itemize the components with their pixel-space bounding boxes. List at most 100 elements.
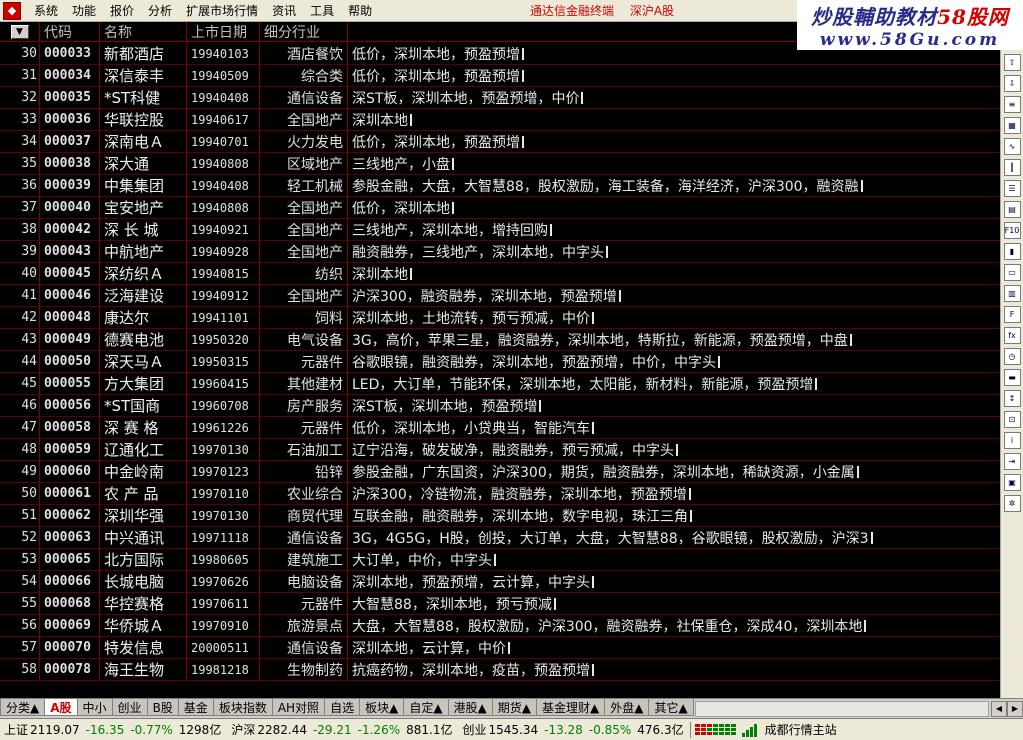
table-row[interactable]: 38 000042 深 长 城 19940921 全国地产 三线地产，深圳本地，增持回购	[0, 219, 1000, 241]
menu-item[interactable]: 扩展市场行情	[179, 2, 265, 19]
table-icon[interactable]: ▦	[1003, 117, 1021, 134]
bar-chart-icon[interactable]: ▮	[1003, 243, 1021, 260]
market-tab[interactable]: 分类▲	[0, 699, 46, 716]
app-logo-icon[interactable]: ◆	[3, 1, 21, 20]
table-row[interactable]: 36 000039 中集集团 19940408 轻工机械 参股金融，大盘，大智慧88，股权…	[0, 175, 1000, 197]
finance-f10-icon[interactable]: F10	[1003, 222, 1021, 239]
table-row[interactable]: 44 000050 深天马Ａ 19950315 元器件 谷歌眼镜，融资融券，深圳本地，预盈…	[0, 351, 1000, 373]
folder-icon[interactable]: ▬	[1003, 369, 1021, 386]
table-row[interactable]: 55 000068 华控赛格 19970611 元器件 大智慧88，深圳本地，预亏预减	[0, 593, 1000, 615]
table-row[interactable]: 56 000069 华侨城Ａ 19970910 旅游景点 大盘，大智慧88，股权激励，沪深…	[0, 615, 1000, 637]
info-icon[interactable]: i	[1003, 432, 1021, 449]
table-row[interactable]: 34 000037 深南电Ａ 19940701 火力发电 低价，深圳本地，预盈预增	[0, 131, 1000, 153]
industry-text: 生物制药	[287, 662, 343, 679]
menu-item[interactable]: 工具	[303, 2, 341, 19]
table-row[interactable]: 58 000078 海王生物 19981218 生物制药 抗癌药物，深圳本地，疫苗，预盈预…	[0, 659, 1000, 681]
table-row[interactable]: 49 000060 中金岭南 19970123 铅锌 参股金融，广东国资，沪深300，期货…	[0, 461, 1000, 483]
horizontal-scrollbar[interactable]	[694, 700, 989, 717]
export-icon[interactable]: ⇥	[1003, 453, 1021, 470]
market-tab[interactable]: 板块指数	[212, 699, 273, 716]
table-row[interactable]: 42 000048 康达尔 19941101 饲料 深圳本地，土地流转，预亏预减，中价	[0, 307, 1000, 329]
market-tab[interactable]: 中小	[76, 699, 113, 716]
listing-date-text: 19970110	[191, 486, 249, 501]
hs-index-change: -29.21	[312, 722, 352, 737]
listing-date: 19980605	[187, 549, 260, 570]
right-toolbar: ⇧ ⇩ ≡ ▦ ∿ ┃ ☰ ▤ F10 ▮ ▭ ▥ F fx ◷ ▬ ↕ ⊡ i…	[1000, 50, 1023, 698]
table-row[interactable]: 40 000045 深纺织Ａ 19940815 纺织 深圳本地	[0, 263, 1000, 285]
sort-icon[interactable]: ↕	[1003, 390, 1021, 407]
menu-item[interactable]: 系统	[27, 2, 65, 19]
table-row[interactable]: 47 000058 深 赛 格 19961226 元器件 低价，深圳本地，小贷典当，智能汽…	[0, 417, 1000, 439]
header-sort-cell[interactable]: ▼	[0, 22, 40, 41]
zoom-icon[interactable]: ⊡	[1003, 411, 1021, 428]
scroll-left-icon[interactable]: ◀	[991, 700, 1007, 717]
header-industry[interactable]: 细分行业	[260, 22, 348, 41]
clock-icon[interactable]: ◷	[1003, 348, 1021, 365]
market-tab[interactable]: 期货▲	[491, 699, 538, 716]
cy-index-label[interactable]: 创业	[462, 721, 486, 738]
arrow-up-icon[interactable]: ⇧	[1003, 54, 1021, 71]
header-name[interactable]: 名称	[100, 22, 187, 41]
market-tab[interactable]: 其它▲	[648, 699, 694, 716]
table-row[interactable]: 52 000063 中兴通讯 19971118 通信设备 3G，4G5G，H股，创投，大订…	[0, 527, 1000, 549]
concept-tags: 辽宁沿海，破发破净，融资融券，预亏预减，中字头	[348, 439, 918, 460]
table-row[interactable]: 43 000049 德赛电池 19950320 电气设备 3G，高价，苹果三星，融资融券，…	[0, 329, 1000, 351]
signal-strength-icon	[741, 723, 757, 737]
table-row[interactable]: 51 000062 深圳华强 19970130 商贸代理 互联金融，融资融券，深圳本地，数…	[0, 505, 1000, 527]
market-tab[interactable]: 基金	[177, 699, 214, 716]
line-chart-icon[interactable]: ∿	[1003, 138, 1021, 155]
list-icon[interactable]: ≡	[1003, 96, 1021, 113]
menu-item[interactable]: 报价	[103, 2, 141, 19]
report-icon[interactable]: ▥	[1003, 285, 1021, 302]
table-row[interactable]: 33 000036 华联控股 19940617 全国地产 深圳本地	[0, 109, 1000, 131]
market-tab[interactable]: 自选	[324, 699, 361, 716]
menu-item[interactable]: 功能	[65, 2, 103, 19]
table-row[interactable]: 45 000055 方大集团 19960415 其他建材 LED，大订单，节能环保，深圳本…	[0, 373, 1000, 395]
arrow-down-icon[interactable]: ⇩	[1003, 75, 1021, 92]
table-row[interactable]: 32 000035 *ST科健 19940408 通信设备 深ST板，深圳本地，预盈预增，…	[0, 87, 1000, 109]
market-tab[interactable]: 基金理财▲	[536, 699, 606, 716]
concept-tags-text: 谷歌眼镜，融资融券，深圳本地，预盈预增，中价，中字头	[352, 354, 716, 371]
table-row[interactable]: 57 000070 特发信息 20000511 通信设备 深圳本地，云计算，中价	[0, 637, 1000, 659]
table-row[interactable]: 53 000065 北方国际 19980605 建筑施工 大订单，中价，中字头	[0, 549, 1000, 571]
function-icon[interactable]: fx	[1003, 327, 1021, 344]
formula-icon[interactable]: F	[1003, 306, 1021, 323]
sh-index-label[interactable]: 上证	[4, 721, 28, 738]
market-tab[interactable]: AH对照	[271, 699, 326, 716]
listing-date-text: 19970611	[191, 596, 249, 611]
listing-date-text: 19940509	[191, 68, 249, 83]
settings-gear-icon[interactable]: ✲	[1003, 495, 1021, 512]
table-row[interactable]: 54 000066 长城电脑 19970626 电脑设备 深圳本地，预盈预增，云计算，中字…	[0, 571, 1000, 593]
document-icon[interactable]: ▭	[1003, 264, 1021, 281]
server-name[interactable]: 成都行情主站	[765, 721, 837, 738]
table-row[interactable]: 46 000056 *ST国商 19960708 房产服务 深ST板，深圳本地，预盈预增	[0, 395, 1000, 417]
table-row[interactable]: 31 000034 深信泰丰 19940509 综合类 低价，深圳本地，预盈预增	[0, 65, 1000, 87]
table-row[interactable]: 37 000040 宝安地产 19940808 全国地产 低价，深圳本地	[0, 197, 1000, 219]
market-tab[interactable]: 港股▲	[447, 699, 493, 716]
detail-icon[interactable]: ☰	[1003, 180, 1021, 197]
table-row[interactable]: 35 000038 深大通 19940808 区域地产 三线地产，小盘	[0, 153, 1000, 175]
text-caret-icon	[592, 421, 594, 434]
market-tab[interactable]: 板块▲	[359, 699, 405, 716]
market-tab[interactable]: 外盘▲	[604, 699, 650, 716]
menu-item[interactable]: 资讯	[265, 2, 303, 19]
table-row[interactable]: 41 000046 泛海建设 19940912 全国地产 沪深300，融资融券，深圳本地，…	[0, 285, 1000, 307]
market-tab[interactable]: 创业	[111, 699, 148, 716]
table-row[interactable]: 39 000043 中航地产 19940928 全国地产 融资融券，三线地产，深圳本地，中…	[0, 241, 1000, 263]
menu-item[interactable]: 帮助	[341, 2, 379, 19]
concept-tags: 三线地产，小盘	[348, 153, 918, 174]
candle-chart-icon[interactable]: ┃	[1003, 159, 1021, 176]
grid-icon[interactable]: ▤	[1003, 201, 1021, 218]
header-listing-date[interactable]: 上市日期	[187, 22, 260, 41]
scroll-right-icon[interactable]: ▶	[1007, 700, 1023, 717]
sort-down-icon[interactable]: ▼	[10, 24, 29, 39]
market-tab[interactable]: B股	[146, 699, 179, 716]
table-row[interactable]: 48 000059 辽通化工 19970130 石油加工 辽宁沿海，破发破净，融资融券，预…	[0, 439, 1000, 461]
menu-item[interactable]: 分析	[141, 2, 179, 19]
window-icon[interactable]: ▣	[1003, 474, 1021, 491]
market-tab[interactable]: 自定▲	[403, 699, 449, 716]
header-code[interactable]: 代码	[40, 22, 100, 41]
table-row[interactable]: 50 000061 农 产 品 19970110 农业综合 沪深300，冷链物流，融资融券…	[0, 483, 1000, 505]
market-tab[interactable]: A股	[44, 699, 78, 716]
hs-index-label[interactable]: 沪深	[231, 721, 255, 738]
